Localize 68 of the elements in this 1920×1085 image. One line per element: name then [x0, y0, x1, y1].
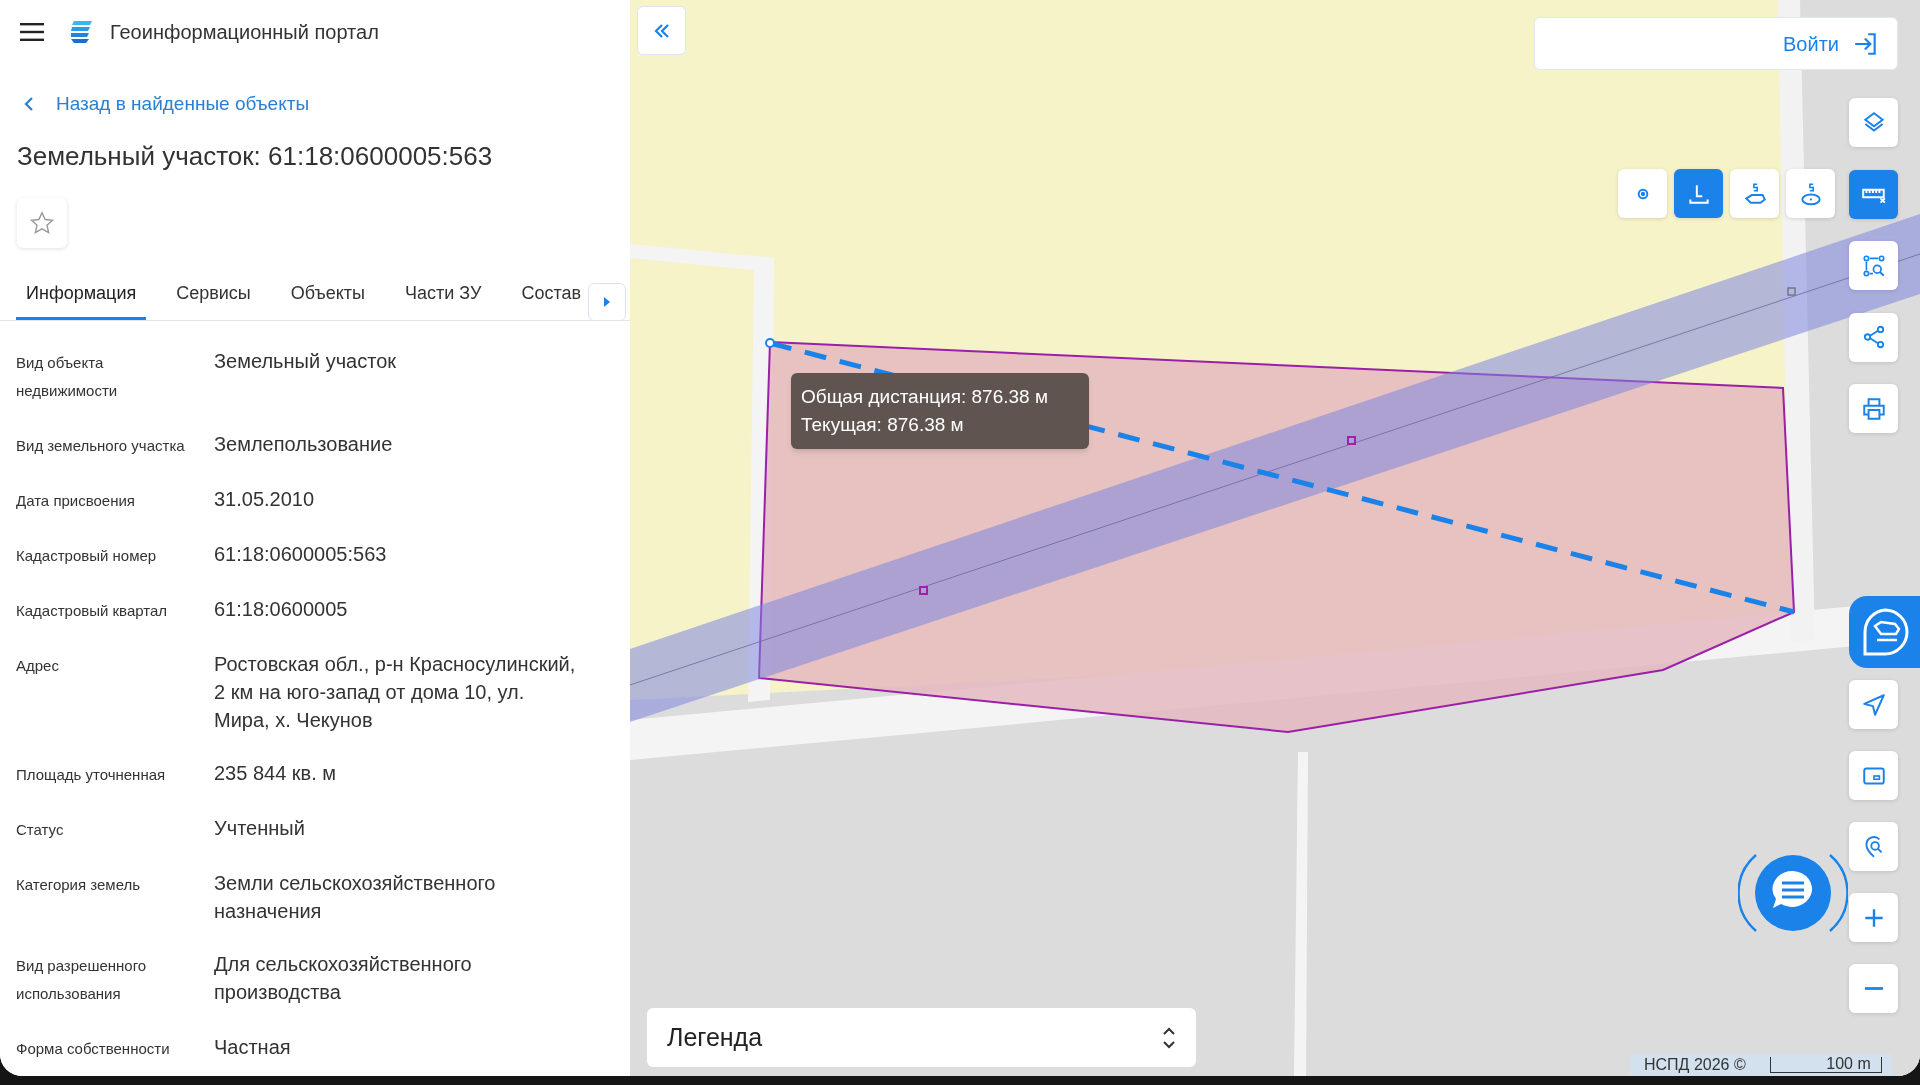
property-value: 31.05.2010 [214, 486, 315, 512]
select-area-button[interactable] [1849, 241, 1898, 290]
tab[interactable]: Части ЗУ [395, 280, 492, 320]
attribution-text: НСПД 2026 © [1644, 1055, 1746, 1075]
property-value: Для сельскохозяйственного производства [214, 951, 473, 1005]
login-icon [1853, 30, 1879, 57]
property-label: Кадастровый номер [16, 545, 158, 566]
property-value: Земли сельскохозяйственного назначения [214, 870, 497, 924]
vertex-marker [1787, 287, 1796, 296]
tooltip-text: Текущая: 876.38 м [801, 413, 965, 437]
property-value: Земельный участок [214, 348, 396, 374]
property-value: 235 844 кв. м [214, 760, 337, 786]
property-value: Землепользование [214, 431, 393, 457]
property-label: Форма собственности [16, 1038, 171, 1059]
property-label: Статус [16, 819, 65, 840]
tab[interactable]: Состав [511, 280, 592, 320]
double-chevron-left-icon [652, 22, 671, 39]
measure-point[interactable] [765, 338, 775, 348]
measure-area-button[interactable] [1730, 169, 1779, 218]
tab[interactable]: Объекты [280, 280, 376, 320]
property-label: Вид земельного участка [16, 435, 186, 456]
tab[interactable]: Сервисы [166, 280, 261, 320]
app-title: Геоинформационный портал [110, 20, 379, 45]
property-value: 61:18:0600005:563 [214, 541, 387, 567]
share-button[interactable] [1849, 312, 1898, 362]
tabs-scroll-button[interactable] [588, 282, 626, 320]
property-label: Вид разрешенного использования [16, 955, 148, 1004]
property-label: Вид объекта недвижимости [16, 352, 119, 401]
object-title: Земельный участок: 61:18:0600005:563 [17, 139, 494, 173]
measure-circle-button[interactable] [1786, 169, 1835, 218]
collapse-panel-button[interactable] [637, 6, 686, 55]
print-button[interactable] [1849, 384, 1898, 433]
back-link[interactable]: Назад в найденные объекты [24, 90, 310, 119]
measure-point-button[interactable] [1618, 169, 1667, 218]
search-location-button[interactable] [1849, 822, 1898, 871]
tab[interactable]: Информация [16, 280, 147, 320]
property-value: Частная [214, 1034, 291, 1060]
vertex-marker [919, 586, 928, 595]
measure-length-button[interactable] [1674, 169, 1723, 218]
parcel-polygon[interactable] [757, 340, 1796, 733]
print-icon [1860, 395, 1887, 422]
navigate-button[interactable] [1849, 680, 1898, 729]
assistant-button[interactable] [1849, 596, 1920, 668]
select-area-icon [1860, 252, 1887, 279]
scale-bar: 100 m [1769, 1057, 1882, 1073]
tooltip-text: Общая дистанция: 876.38 м [801, 385, 1049, 409]
property-label: Адрес [16, 655, 60, 676]
property-value: Учтенный [214, 815, 305, 841]
vertex-marker [1347, 436, 1356, 445]
zoom-in-button[interactable] [1849, 893, 1898, 942]
property-label: Категория земель [16, 874, 142, 895]
minimap-button[interactable] [1849, 751, 1898, 800]
back-chevron-icon [24, 96, 34, 113]
property-value: Ростовская обл., р-н Красносулинский, 2 км на юго-запад от дома 10, ул. Мира, х. Чекунов [214, 651, 576, 733]
navigate-icon [1860, 691, 1887, 718]
property-label: Площадь уточненная [16, 764, 167, 785]
star-icon [29, 209, 55, 236]
zoom-out-icon [1862, 986, 1885, 991]
legend-dropdown[interactable]: Легенда [647, 1008, 1196, 1067]
property-label: Кадастровый квартал [16, 600, 169, 621]
menu-icon[interactable] [20, 23, 44, 41]
login-button[interactable]: Войти [1534, 17, 1898, 70]
measure-button[interactable] [1849, 169, 1898, 219]
property-label: Дата присвоения [16, 490, 136, 511]
zoom-out-button[interactable] [1849, 964, 1898, 1013]
property-value: 61:18:0600005 [214, 596, 348, 622]
arrow-right-icon [603, 296, 611, 307]
layers-button[interactable] [1849, 98, 1898, 147]
